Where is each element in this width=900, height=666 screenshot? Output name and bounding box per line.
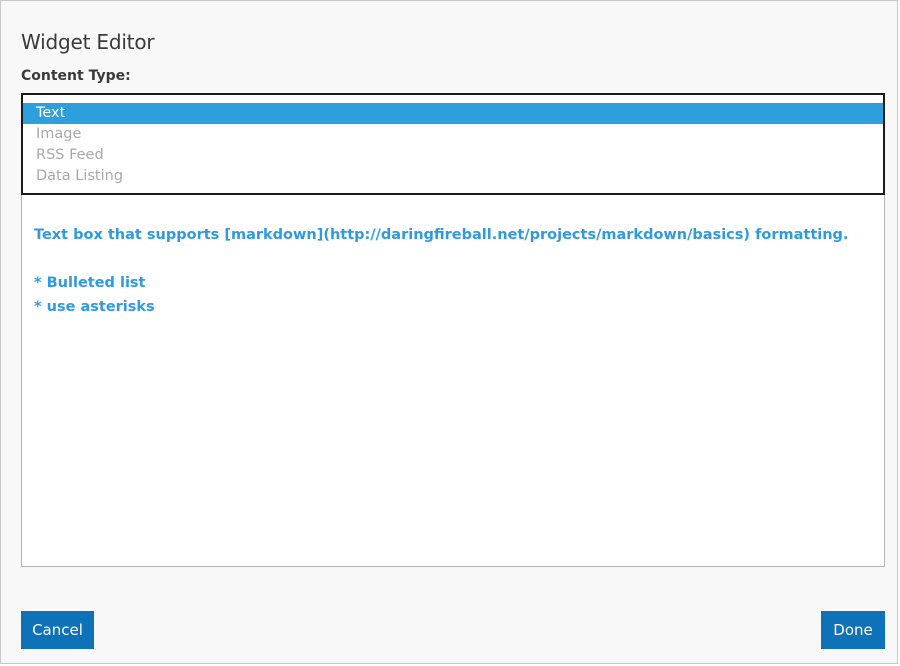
option-rss-feed[interactable]: RSS Feed	[23, 145, 883, 166]
content-line-bullet-2: * use asterisks	[34, 299, 155, 315]
content-type-select-list[interactable]: Text Image RSS Feed Data Listing	[21, 93, 885, 195]
content-line-bullet-1: * Bulleted list	[34, 275, 146, 291]
done-button[interactable]: Done	[821, 611, 885, 649]
widget-editor-dialog: Widget Editor Content Type: Text box tha…	[0, 0, 898, 664]
dialog-title: Widget Editor	[21, 30, 155, 54]
option-data-listing[interactable]: Data Listing	[23, 166, 883, 187]
option-text[interactable]: Text	[23, 103, 883, 124]
content-textarea[interactable]: Text box that supports [markdown](http:/…	[21, 181, 885, 567]
option-image[interactable]: Image	[23, 124, 883, 145]
content-line-description: Text box that supports [markdown](http:/…	[34, 227, 849, 243]
cancel-button[interactable]: Cancel	[21, 611, 94, 649]
content-type-label: Content Type:	[21, 68, 131, 84]
